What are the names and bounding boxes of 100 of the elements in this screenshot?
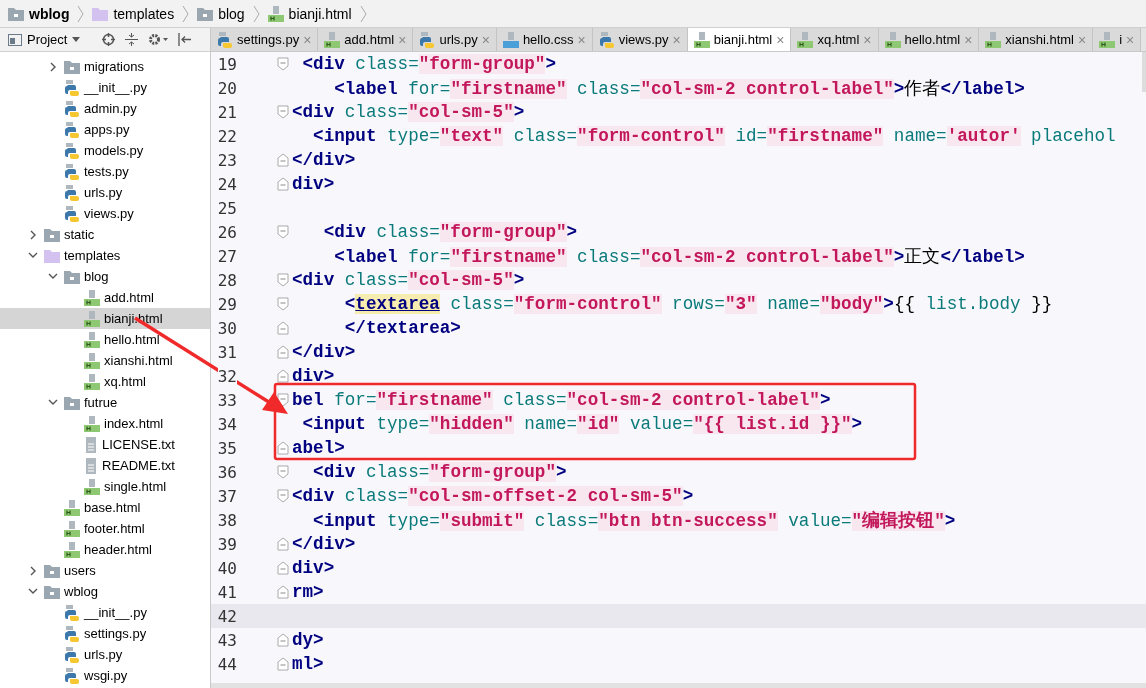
python-file-icon xyxy=(64,100,80,117)
html-file-icon xyxy=(84,331,100,348)
tree-item[interactable]: bianji.html xyxy=(0,308,210,329)
fold-icon[interactable] xyxy=(277,153,289,167)
tree-item[interactable]: LICENSE.txt xyxy=(0,434,210,455)
tree-item[interactable]: footer.html xyxy=(0,518,210,539)
file-name: admin.py xyxy=(84,101,137,116)
python-file-icon xyxy=(64,184,80,201)
folder-icon xyxy=(64,395,80,410)
file-name: header.html xyxy=(84,542,152,557)
fold-icon[interactable] xyxy=(277,105,289,119)
fold-icon[interactable] xyxy=(277,393,289,407)
tree-item[interactable]: wsgi.py xyxy=(0,665,210,686)
folder-icon xyxy=(44,227,60,242)
breadcrumb-item[interactable]: bianji.html xyxy=(288,5,352,22)
target-icon[interactable] xyxy=(102,33,116,46)
chevron-right-icon[interactable] xyxy=(49,61,57,72)
tree-item[interactable]: single.html xyxy=(0,476,210,497)
fold-icon[interactable] xyxy=(277,273,289,287)
editor-tab[interactable]: views.py × xyxy=(592,28,688,51)
breadcrumb-item[interactable]: wblog xyxy=(29,5,70,22)
tree-item[interactable]: templates xyxy=(0,245,210,266)
collapse-icon[interactable] xyxy=(125,33,139,46)
tree-item[interactable]: views.py xyxy=(0,203,210,224)
editor-tab[interactable]: urls.py × xyxy=(413,28,497,51)
hide-panel-icon[interactable] xyxy=(178,33,192,46)
fold-icon[interactable] xyxy=(277,585,289,599)
chevron-down-icon[interactable] xyxy=(48,399,58,406)
scrollbar[interactable] xyxy=(211,683,1146,688)
tree-item[interactable]: base.html xyxy=(0,497,210,518)
fold-icon[interactable] xyxy=(277,225,289,239)
fold-icon[interactable] xyxy=(277,537,289,551)
file-name: blog xyxy=(84,269,109,284)
tree-item[interactable]: add.html xyxy=(0,287,210,308)
chevron-down-icon[interactable] xyxy=(28,588,38,595)
code-line: bel for="firstname" class="col-sm-2 control-label"> xyxy=(292,390,831,410)
tree-item[interactable]: migrations xyxy=(0,56,210,77)
tree-item[interactable]: settings.py xyxy=(0,623,210,644)
tree-item[interactable]: __init__.py xyxy=(0,602,210,623)
settings-icon[interactable] xyxy=(148,33,169,46)
panel-title[interactable]: Project xyxy=(27,32,68,47)
tree-item[interactable]: tests.py xyxy=(0,161,210,182)
close-icon[interactable]: × xyxy=(776,31,785,48)
html-file-icon xyxy=(64,541,80,558)
folder-icon xyxy=(64,269,80,284)
editor-tab[interactable]: add.html × xyxy=(318,28,414,51)
breadcrumb-item[interactable]: templates xyxy=(113,5,175,22)
tree-item[interactable]: xianshi.html xyxy=(0,350,210,371)
chevron-right-icon[interactable] xyxy=(29,565,37,576)
chevron-right-icon[interactable] xyxy=(29,229,37,240)
file-name: hello.html xyxy=(104,332,160,347)
tree-item[interactable]: admin.py xyxy=(0,98,210,119)
fold-icon[interactable] xyxy=(277,489,289,503)
tree-item[interactable]: models.py xyxy=(0,140,210,161)
tree-item[interactable]: README.txt xyxy=(0,455,210,476)
fold-icon[interactable] xyxy=(277,465,289,479)
tree-item[interactable]: urls.py xyxy=(0,644,210,665)
chevron-down-icon[interactable] xyxy=(48,273,58,280)
file-name: models.py xyxy=(84,143,144,158)
fold-icon[interactable] xyxy=(277,57,289,71)
tree-item[interactable]: blog xyxy=(0,266,210,287)
editor-tab[interactable]: bianji.html × xyxy=(687,28,792,51)
tree-item[interactable]: static xyxy=(0,224,210,245)
tree-item[interactable]: users xyxy=(0,560,210,581)
tree-item[interactable]: __init__.py xyxy=(0,77,210,98)
tree-item[interactable]: index.html xyxy=(0,413,210,434)
fold-icon[interactable] xyxy=(277,369,289,383)
python-file-icon xyxy=(64,604,80,621)
html-file-icon xyxy=(84,352,100,369)
tree-item[interactable]: futrue xyxy=(0,392,210,413)
tree-item[interactable]: hello.html xyxy=(0,329,210,350)
editor-tab[interactable]: settings.py × xyxy=(211,28,319,51)
code-editor[interactable] xyxy=(211,52,1146,688)
editor-tab[interactable]: i × xyxy=(1093,28,1142,51)
breadcrumb-item[interactable]: blog xyxy=(218,5,245,22)
fold-icon[interactable] xyxy=(277,561,289,575)
editor-tab[interactable]: xianshi.html × xyxy=(979,28,1094,51)
file-name: __init__.py xyxy=(84,605,147,620)
fold-icon[interactable] xyxy=(277,297,289,311)
code-line: <label for="firstname" class="col-sm-2 control-label">正文</label> xyxy=(333,246,1025,268)
fold-icon[interactable] xyxy=(277,321,289,335)
editor-tab[interactable]: hello.css × xyxy=(496,28,593,51)
editor-tab[interactable]: hello.html × xyxy=(878,28,980,51)
chevron-down-icon[interactable] xyxy=(28,252,38,259)
file-name: templates xyxy=(64,248,121,263)
tree-item[interactable]: wblog xyxy=(0,581,210,602)
tree-item[interactable]: xq.html xyxy=(0,371,210,392)
fold-icon[interactable] xyxy=(277,633,289,647)
fold-icon[interactable] xyxy=(277,345,289,359)
tree-item[interactable]: urls.py xyxy=(0,182,210,203)
file-name: users xyxy=(64,563,96,578)
text-file-icon xyxy=(84,436,98,453)
fold-icon[interactable] xyxy=(277,441,289,455)
tree-item[interactable]: apps.py xyxy=(0,119,210,140)
tree-item[interactable]: header.html xyxy=(0,539,210,560)
fold-icon[interactable] xyxy=(277,657,289,671)
dropdown-caret-icon[interactable] xyxy=(72,37,81,42)
editor-tab[interactable]: xq.html × xyxy=(791,28,879,51)
file-name: add.html xyxy=(104,290,154,305)
fold-icon[interactable] xyxy=(277,177,289,191)
